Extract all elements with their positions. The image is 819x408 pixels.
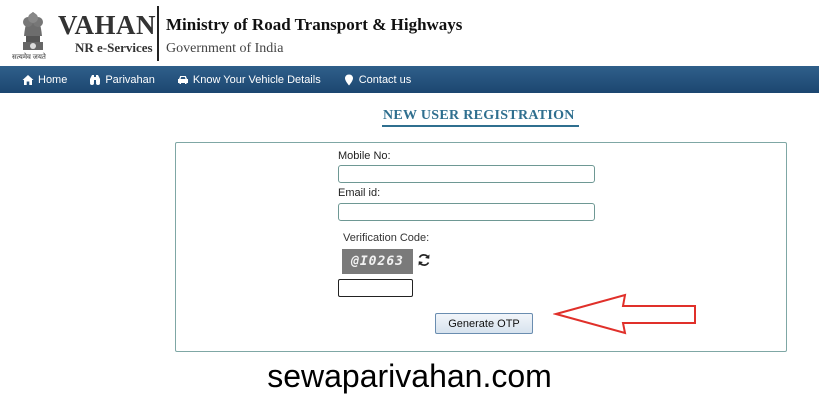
header-divider bbox=[157, 6, 159, 61]
captcha-input[interactable] bbox=[338, 279, 413, 297]
map-marker-icon bbox=[344, 74, 353, 85]
nav-item-label: Contact us bbox=[358, 73, 412, 86]
nav-item-home[interactable]: Home bbox=[22, 74, 67, 86]
ministry-name: Ministry of Road Transport & Highways bbox=[166, 15, 463, 34]
nav-item-label: Parivahan bbox=[105, 73, 155, 86]
watermark-text: sewaparivahan.com bbox=[267, 358, 552, 394]
mobile-input[interactable] bbox=[338, 165, 595, 183]
government-name: Government of India bbox=[166, 41, 284, 56]
binoculars-icon bbox=[90, 74, 101, 85]
generate-otp-button[interactable]: Generate OTP bbox=[435, 313, 533, 334]
email-input[interactable] bbox=[338, 203, 595, 221]
verification-label: Verification Code: bbox=[343, 232, 430, 244]
nav-item-label: Know Your Vehicle Details bbox=[192, 73, 321, 86]
pointer-arrow-icon bbox=[553, 293, 696, 335]
brand-title: VAHAN bbox=[58, 10, 157, 40]
title-underline bbox=[382, 125, 579, 127]
brand-subtitle: NR e-Services bbox=[75, 40, 153, 55]
refresh-captcha-icon[interactable] bbox=[417, 253, 431, 267]
nav-item-label: Home bbox=[38, 73, 68, 86]
nav-item-contact[interactable]: Contact us bbox=[343, 73, 412, 86]
nav-item-know-vehicle[interactable]: Know Your Vehicle Details bbox=[177, 74, 321, 86]
page-title: NEW USER REGISTRATION bbox=[383, 108, 575, 123]
captcha-image: @I0263 bbox=[342, 249, 413, 274]
email-label: Email id: bbox=[338, 187, 381, 199]
main-nav: Home Parivahan Know Your Vehicle Details… bbox=[0, 66, 819, 93]
home-icon bbox=[22, 74, 34, 85]
national-emblem-icon bbox=[23, 12, 43, 50]
emblem-motto: सत्यमेव जयते bbox=[12, 53, 46, 61]
nav-item-parivahan[interactable]: Parivahan bbox=[89, 74, 155, 86]
mobile-label: Mobile No: bbox=[338, 150, 391, 162]
car-icon bbox=[177, 75, 188, 84]
site-header: सत्यमेव जयते VAHAN NR e-Services Ministr… bbox=[0, 0, 819, 66]
